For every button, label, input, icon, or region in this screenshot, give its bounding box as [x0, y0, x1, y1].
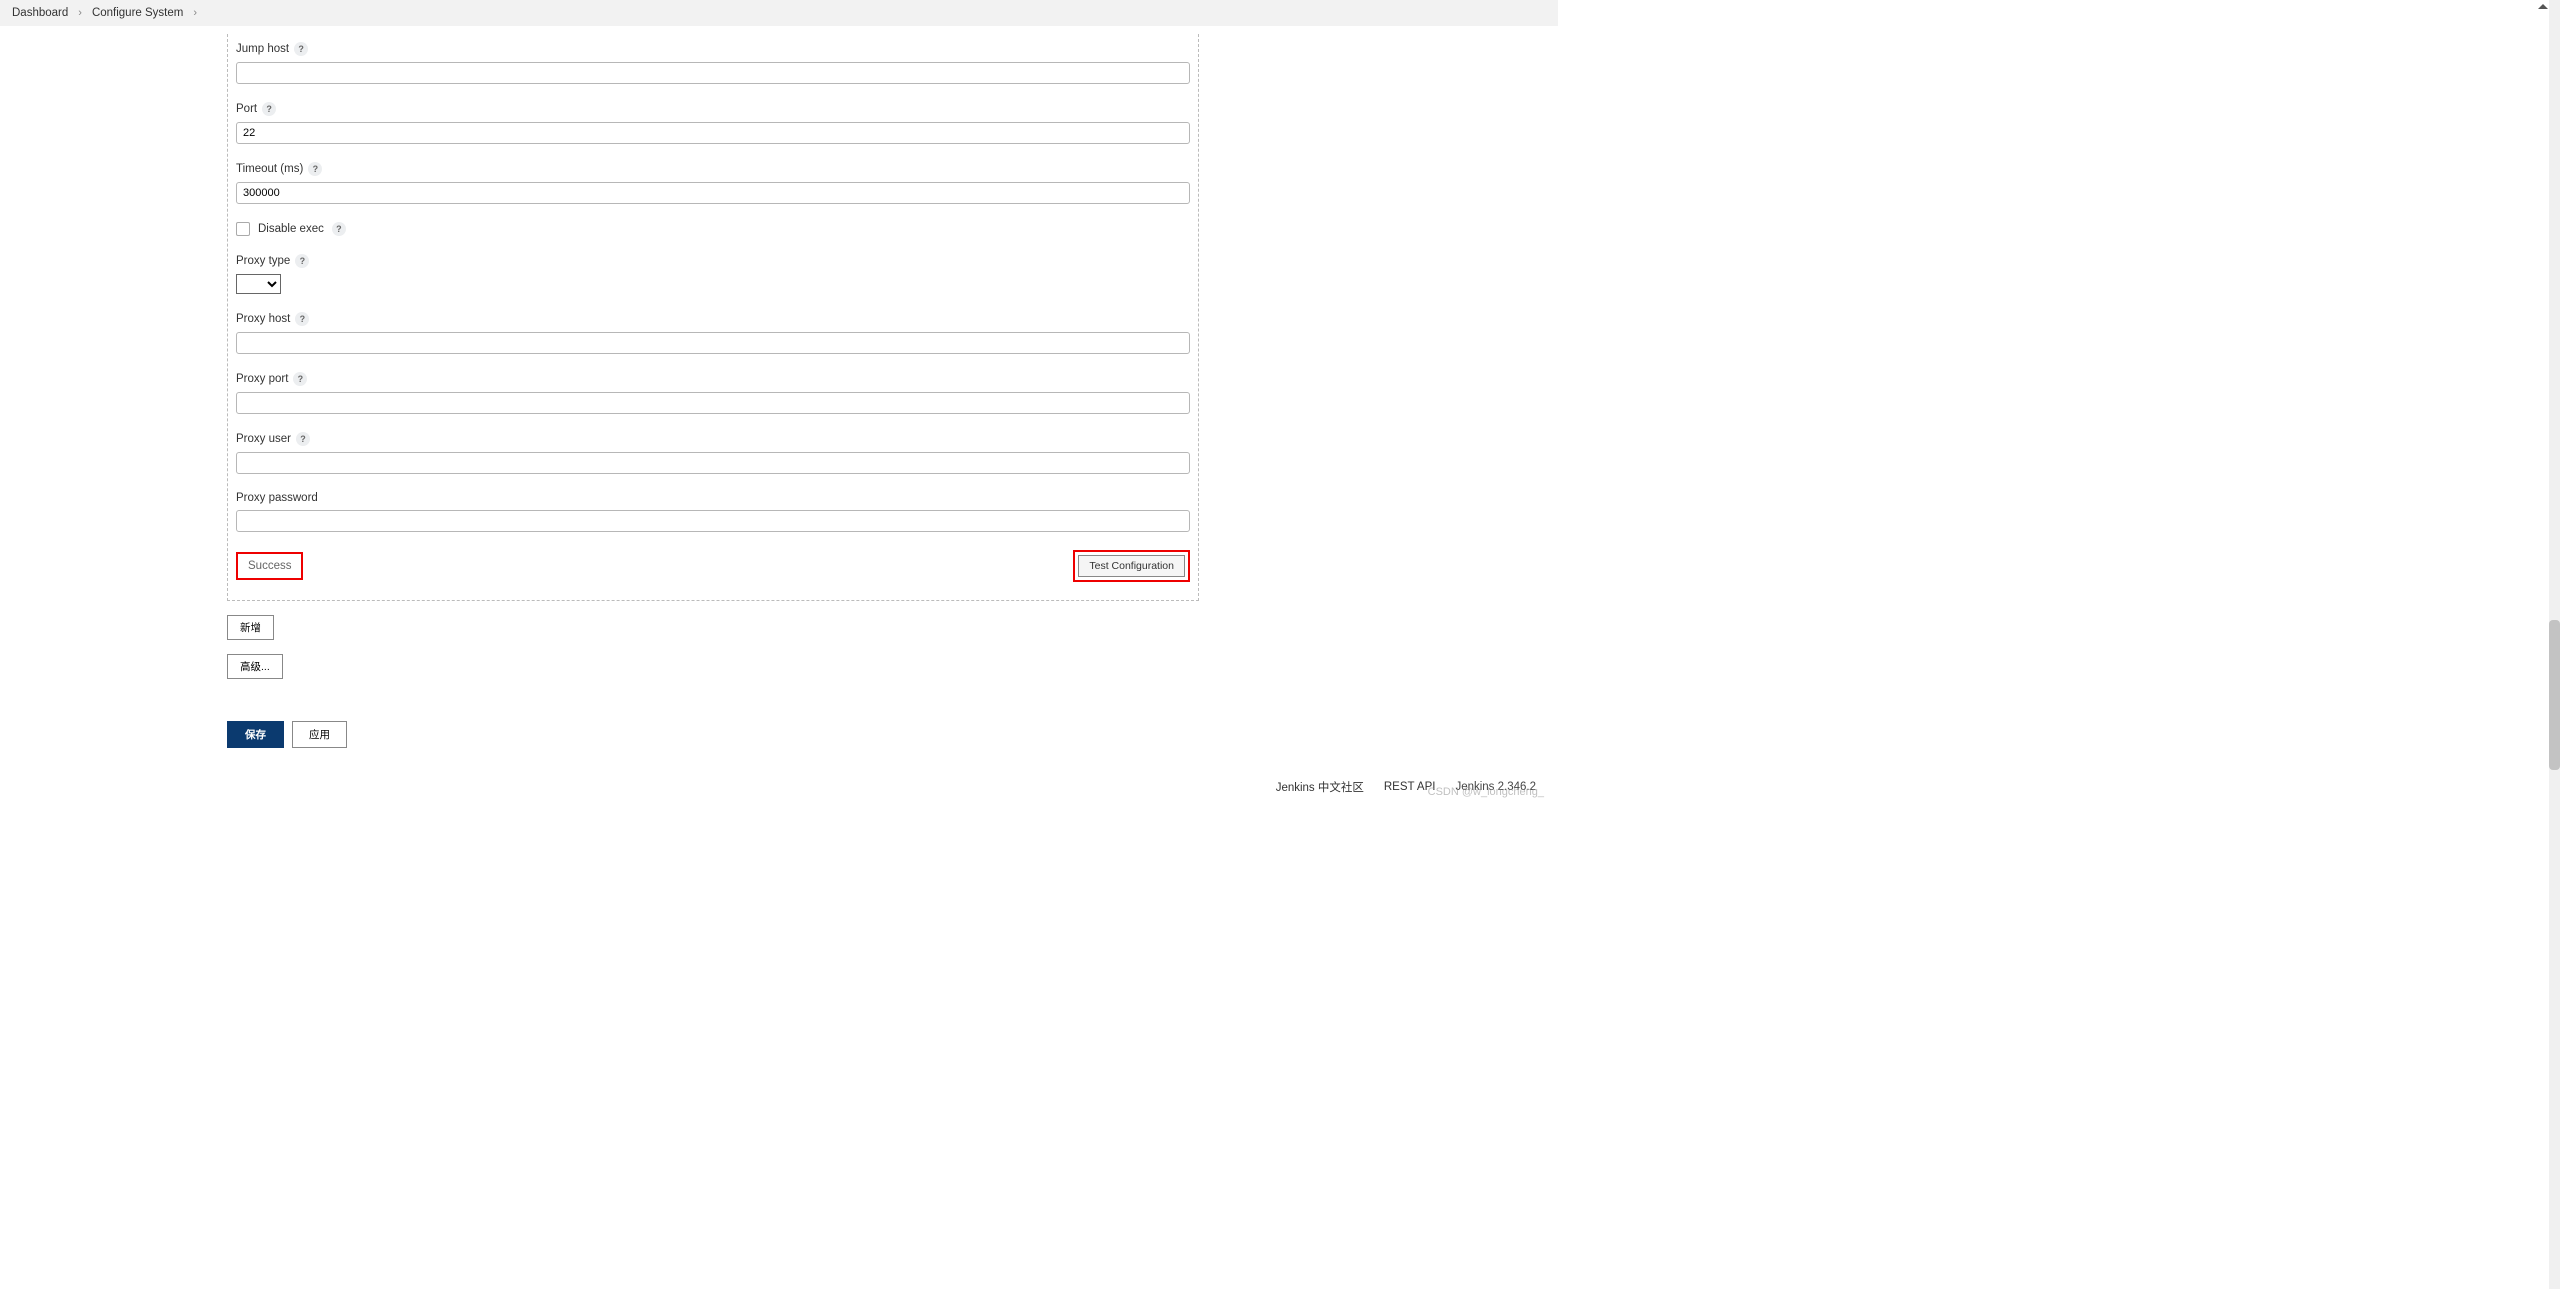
- proxy-password-label: Proxy password: [236, 492, 318, 504]
- proxy-port-label: Proxy port: [236, 373, 288, 385]
- ssh-server-config-section: Jump host ? Port ? Timeout (ms) ?: [227, 34, 1199, 601]
- jump-host-input[interactable]: [236, 62, 1190, 84]
- proxy-type-label: Proxy type: [236, 255, 290, 267]
- jump-host-label: Jump host: [236, 43, 289, 55]
- breadcrumb: Dashboard › Configure System ›: [0, 0, 1558, 26]
- timeout-label: Timeout (ms): [236, 163, 303, 175]
- footer: Jenkins 中文社区 REST API Jenkins 2.346.2 CS…: [227, 776, 1558, 798]
- breadcrumb-configure-system[interactable]: Configure System: [92, 7, 183, 19]
- proxy-password-input[interactable]: [236, 510, 1190, 532]
- proxy-user-label: Proxy user: [236, 433, 291, 445]
- proxy-port-input[interactable]: [236, 392, 1190, 414]
- add-button[interactable]: 新增: [227, 615, 274, 640]
- scrollbar[interactable]: [2549, 0, 2560, 1289]
- port-label: Port: [236, 103, 257, 115]
- chevron-right-icon: ›: [193, 7, 197, 19]
- apply-button[interactable]: 应用: [292, 721, 347, 748]
- help-icon[interactable]: ?: [293, 372, 307, 386]
- footer-community-link[interactable]: Jenkins 中文社区: [1276, 779, 1364, 795]
- footer-version: Jenkins 2.346.2: [1455, 781, 1536, 793]
- proxy-host-input[interactable]: [236, 332, 1190, 354]
- scrollbar-thumb[interactable]: [2549, 620, 2560, 770]
- port-input[interactable]: [236, 122, 1190, 144]
- help-icon[interactable]: ?: [296, 432, 310, 446]
- help-icon[interactable]: ?: [295, 254, 309, 268]
- help-icon[interactable]: ?: [262, 102, 276, 116]
- save-button[interactable]: 保存: [227, 721, 284, 748]
- disable-exec-label: Disable exec: [258, 223, 324, 235]
- help-icon[interactable]: ?: [294, 42, 308, 56]
- footer-rest-api-link[interactable]: REST API: [1384, 781, 1436, 793]
- breadcrumb-dashboard[interactable]: Dashboard: [12, 7, 68, 19]
- disable-exec-checkbox[interactable]: [236, 222, 250, 236]
- proxy-user-input[interactable]: [236, 452, 1190, 474]
- proxy-type-select[interactable]: [236, 274, 281, 294]
- test-configuration-button[interactable]: Test Configuration: [1078, 555, 1185, 577]
- chevron-right-icon: ›: [78, 7, 82, 19]
- help-icon[interactable]: ?: [332, 222, 346, 236]
- timeout-input[interactable]: [236, 182, 1190, 204]
- status-badge: Success: [236, 552, 303, 580]
- advanced-button[interactable]: 高级...: [227, 654, 283, 679]
- scroll-top-icon[interactable]: [2538, 4, 2548, 9]
- help-icon[interactable]: ?: [308, 162, 322, 176]
- proxy-host-label: Proxy host: [236, 313, 290, 325]
- help-icon[interactable]: ?: [295, 312, 309, 326]
